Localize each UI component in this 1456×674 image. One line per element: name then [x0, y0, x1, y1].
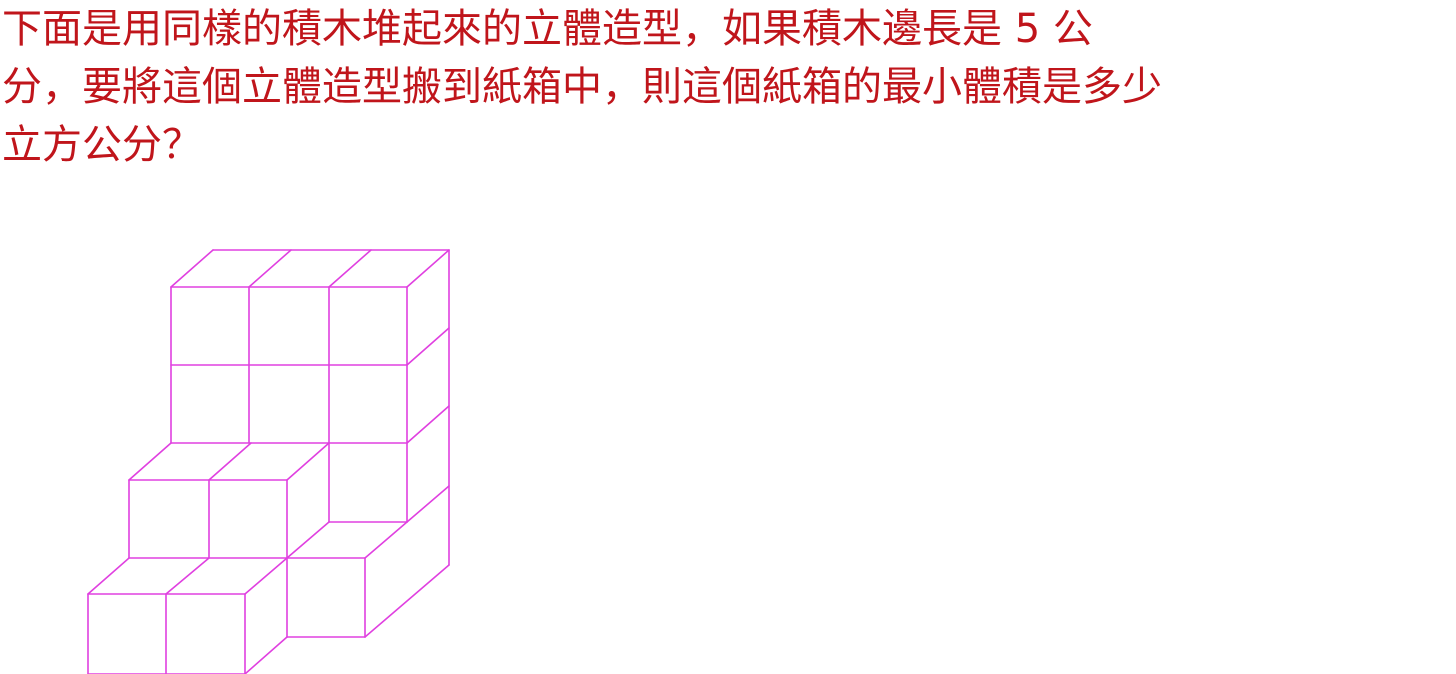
block-edge-15 — [406, 485, 450, 523]
block-edge-32 — [364, 564, 450, 638]
block-edge-14 — [406, 405, 450, 444]
block-edge-38 — [87, 557, 130, 595]
block-edge-10 — [406, 249, 450, 288]
block-edge-40 — [244, 557, 288, 595]
block-edge-31 — [364, 521, 408, 559]
block-edge-13 — [406, 327, 450, 366]
block-edge-8 — [248, 249, 292, 288]
block-stack-figure — [87, 249, 450, 674]
block-edge-39 — [165, 557, 210, 595]
block-stack-edges — [87, 249, 450, 674]
block-edge-23 — [128, 442, 172, 481]
block-edge-24 — [208, 442, 252, 481]
block-edge-41 — [244, 636, 288, 674]
block-edge-7 — [170, 249, 214, 288]
block-edge-9 — [328, 249, 372, 288]
block-edge-30 — [286, 521, 330, 559]
block-edge-25 — [286, 442, 330, 481]
